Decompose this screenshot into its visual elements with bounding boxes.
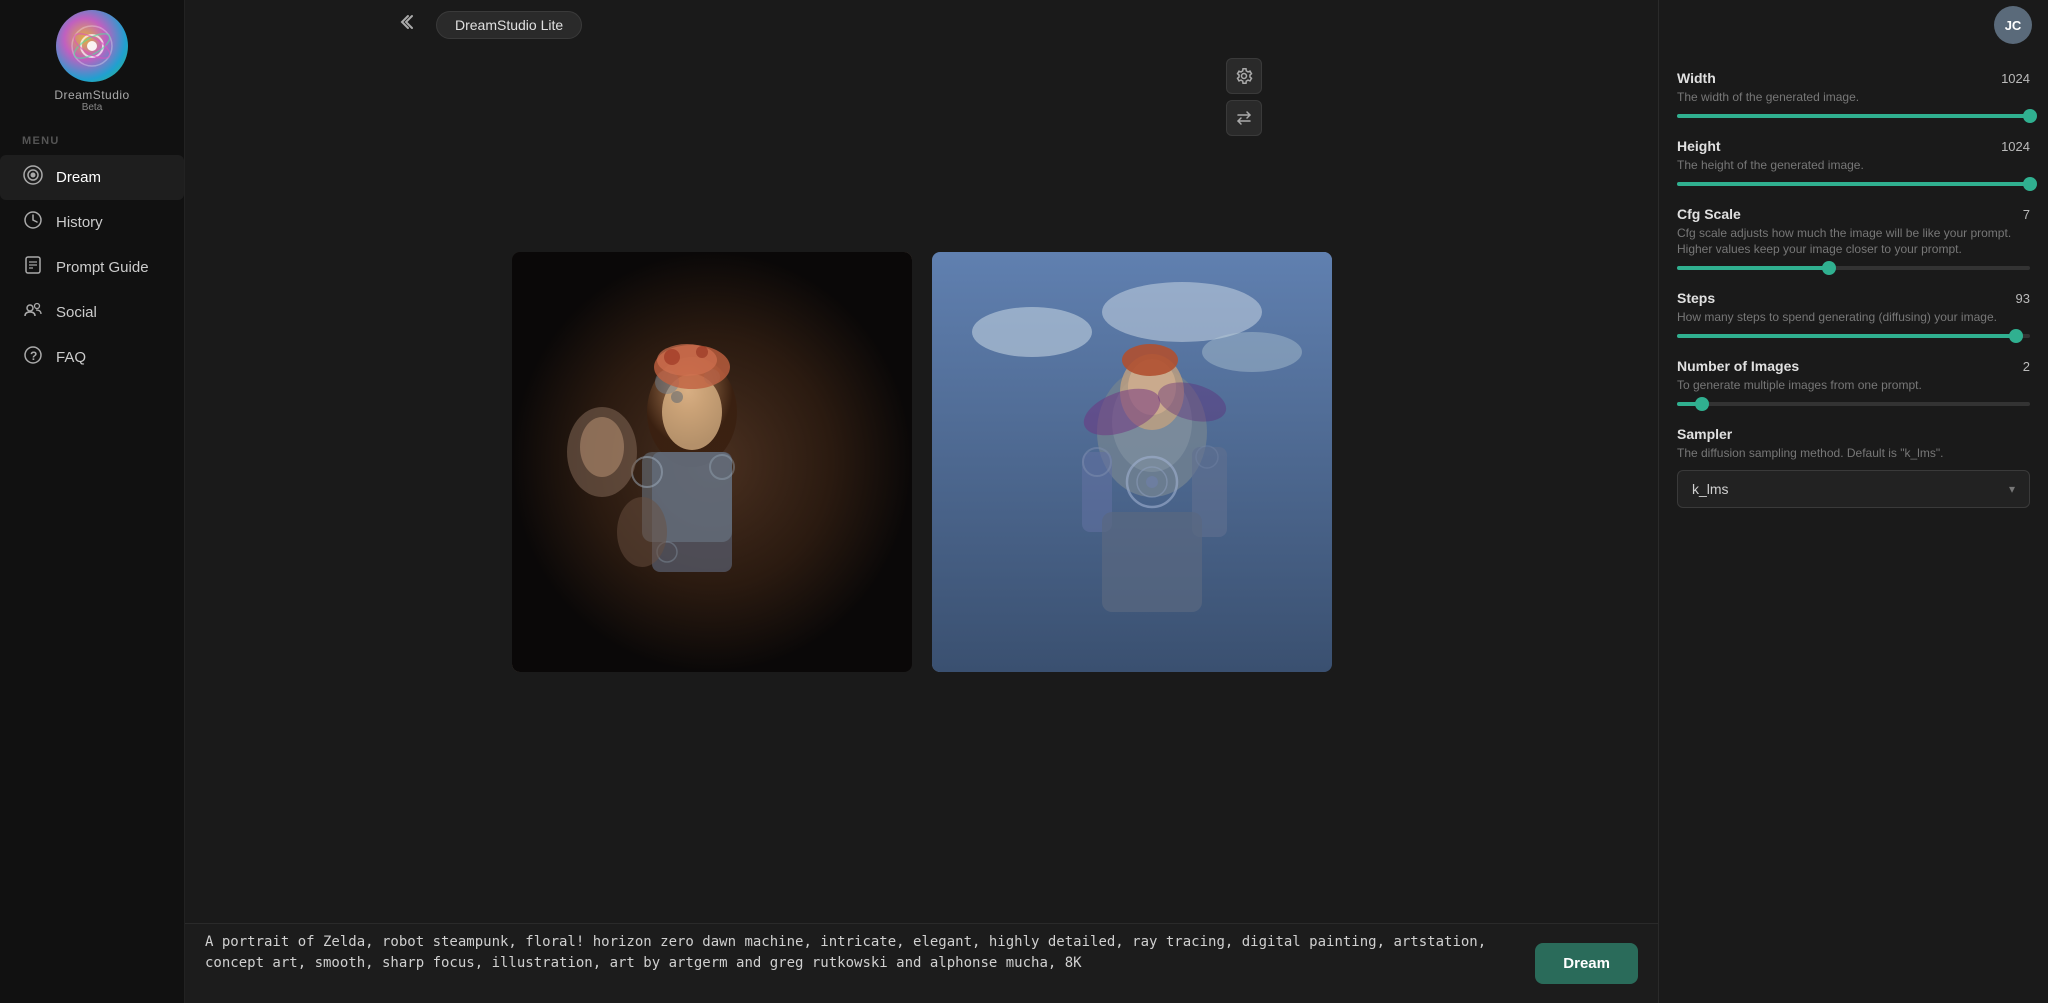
sampler-dropdown[interactable]: k_lms ▾	[1677, 470, 2030, 508]
dream-label: Dream	[56, 169, 101, 186]
num-images-slider-track[interactable]	[1677, 402, 2030, 406]
sampler-label: Sampler	[1677, 426, 1732, 442]
steps-label: Steps	[1677, 290, 1715, 306]
height-slider-fill	[1677, 182, 2030, 186]
dream-button[interactable]: Dream	[1535, 943, 1638, 984]
sampler-header: Sampler	[1677, 426, 2030, 442]
faq-label: FAQ	[56, 349, 86, 366]
height-setting: Height 1024 The height of the generated …	[1677, 138, 2030, 186]
steps-slider-thumb	[2009, 329, 2023, 343]
logo-title: DreamStudio	[54, 88, 129, 102]
image-placeholder-1	[512, 252, 912, 672]
cfg-scale-header: Cfg Scale 7	[1677, 206, 2030, 222]
num-images-slider-thumb	[1695, 397, 1709, 411]
sidebar-item-faq[interactable]: ? FAQ	[0, 335, 184, 380]
cfg-scale-slider-thumb	[1822, 261, 1836, 275]
social-label: Social	[56, 304, 97, 321]
right-panel: Width 1024 The width of the generated im…	[1658, 0, 2048, 1003]
cfg-scale-slider-track[interactable]	[1677, 266, 2030, 270]
steps-slider-fill	[1677, 334, 2016, 338]
prompt-bar: A portrait of Zelda, robot steampunk, fl…	[185, 923, 1658, 1003]
cfg-scale-value: 7	[2023, 207, 2030, 222]
image-placeholder-2	[932, 252, 1332, 672]
prompt-input[interactable]: A portrait of Zelda, robot steampunk, fl…	[205, 932, 1521, 995]
num-images-setting: Number of Images 2 To generate multiple …	[1677, 358, 2030, 406]
cfg-scale-label: Cfg Scale	[1677, 206, 1741, 222]
width-label: Width	[1677, 70, 1716, 86]
settings-icon-btn[interactable]	[1226, 58, 1262, 94]
width-slider-thumb	[2023, 109, 2037, 123]
back-button[interactable]	[386, 7, 424, 43]
height-slider-thumb	[2023, 177, 2037, 191]
steps-setting: Steps 93 How many steps to spend generat…	[1677, 290, 2030, 338]
social-icon	[22, 300, 44, 325]
steps-desc: How many steps to spend generating (diff…	[1677, 309, 2030, 326]
sidebar-item-social[interactable]: Social	[0, 290, 184, 335]
sidebar-nav: Dream History Prompt Guide	[0, 155, 184, 380]
sidebar-item-dream[interactable]: Dream	[0, 155, 184, 200]
logo-beta: Beta	[82, 102, 103, 113]
num-images-value: 2	[2023, 359, 2030, 374]
height-desc: The height of the generated image.	[1677, 157, 2030, 174]
panel-icons	[1226, 58, 1262, 136]
menu-label: MENU	[0, 135, 60, 147]
cfg-scale-desc: Cfg scale adjusts how much the image wil…	[1677, 225, 2030, 259]
sampler-desc: The diffusion sampling method. Default i…	[1677, 445, 2030, 462]
width-slider-track[interactable]	[1677, 114, 2030, 118]
width-desc: The width of the generated image.	[1677, 89, 2030, 106]
height-value: 1024	[2001, 139, 2030, 154]
generated-image-2	[932, 252, 1332, 672]
sidebar: DreamStudio Beta MENU Dream History	[0, 0, 185, 1003]
steps-slider-track[interactable]	[1677, 334, 2030, 338]
images-area	[185, 0, 1658, 923]
width-value: 1024	[2001, 71, 2030, 86]
generated-image-1	[512, 252, 912, 672]
logo-wrap: DreamStudio Beta	[54, 10, 129, 113]
sampler-setting: Sampler The diffusion sampling method. D…	[1677, 426, 2030, 508]
height-label: Height	[1677, 138, 1721, 154]
sampler-value: k_lms	[1692, 481, 1729, 497]
dream-icon	[22, 165, 44, 190]
height-header: Height 1024	[1677, 138, 2030, 154]
cfg-scale-slider-fill	[1677, 266, 1829, 270]
history-icon	[22, 210, 44, 235]
prompt-guide-label: Prompt Guide	[56, 259, 149, 276]
tab-dreamstudio-lite[interactable]: DreamStudio Lite	[436, 11, 582, 39]
cfg-scale-setting: Cfg Scale 7 Cfg scale adjusts how much t…	[1677, 206, 2030, 271]
topbar: DreamStudio Lite JC	[370, 0, 2048, 50]
num-images-header: Number of Images 2	[1677, 358, 2030, 374]
svg-text:?: ?	[30, 349, 37, 363]
steps-header: Steps 93	[1677, 290, 2030, 306]
main-content: A portrait of Zelda, robot steampunk, fl…	[185, 0, 1658, 1003]
logo-icon	[56, 10, 128, 82]
sidebar-item-prompt-guide[interactable]: Prompt Guide	[0, 245, 184, 290]
height-slider-track[interactable]	[1677, 182, 2030, 186]
num-images-desc: To generate multiple images from one pro…	[1677, 377, 2030, 394]
prompt-guide-icon	[22, 255, 44, 280]
swap-icon-btn[interactable]	[1226, 100, 1262, 136]
width-slider-fill	[1677, 114, 2030, 118]
num-images-label: Number of Images	[1677, 358, 1799, 374]
sidebar-item-history[interactable]: History	[0, 200, 184, 245]
width-setting: Width 1024 The width of the generated im…	[1677, 70, 2030, 118]
avatar[interactable]: JC	[1994, 6, 2032, 44]
steps-value: 93	[2016, 291, 2030, 306]
width-header: Width 1024	[1677, 70, 2030, 86]
history-label: History	[56, 214, 103, 231]
chevron-down-icon: ▾	[2009, 482, 2015, 496]
faq-icon: ?	[22, 345, 44, 370]
